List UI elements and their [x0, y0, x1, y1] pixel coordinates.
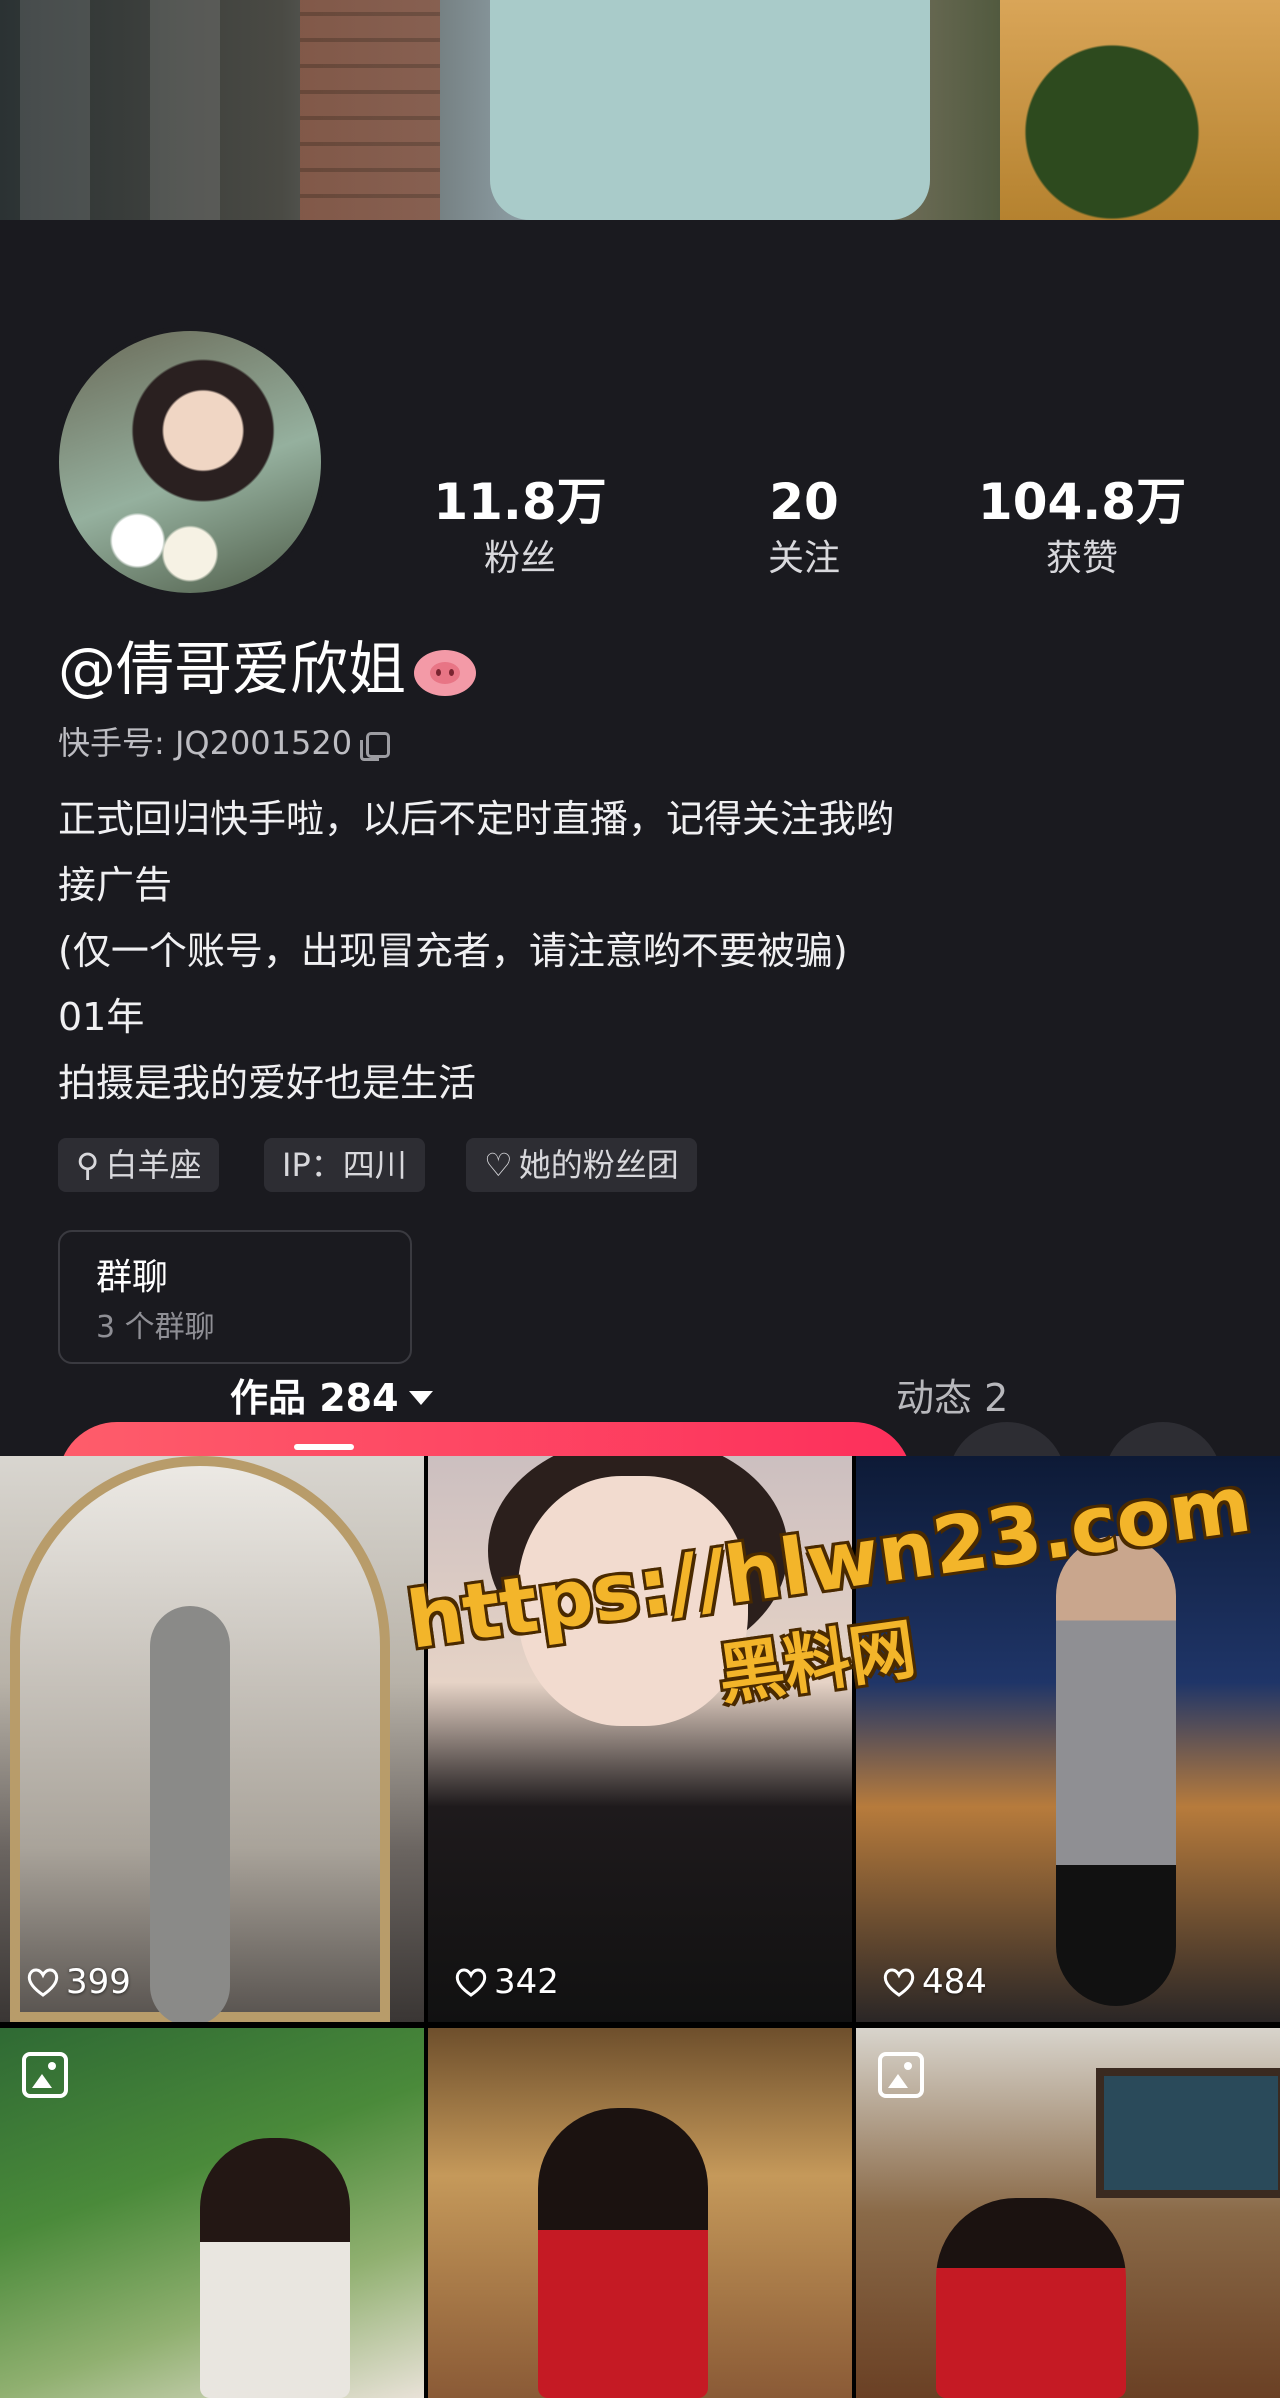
- stat-label: 粉丝: [483, 538, 556, 579]
- tag-label: IP：四川: [282, 1146, 407, 1184]
- zodiac-icon: ⚲: [76, 1146, 100, 1184]
- heart-outline-icon: ♡: [484, 1146, 513, 1184]
- like-count: 399: [26, 1960, 131, 2004]
- tag-fan-club[interactable]: ♡ 她的粉丝团: [466, 1138, 697, 1192]
- stat-label: 关注: [767, 538, 840, 579]
- heart-icon: [883, 1968, 915, 1997]
- tag-zodiac[interactable]: ⚲ 白羊座: [58, 1138, 220, 1192]
- profile-stats: 11.8万 粉丝 20 关注 104.8万 获赞: [400, 470, 1200, 600]
- avatar[interactable]: [54, 326, 326, 598]
- bio-line: 拍摄是我的爱好也是生活: [58, 1061, 477, 1105]
- tag-label: 她的粉丝团: [518, 1146, 679, 1184]
- grid-item[interactable]: [428, 2028, 852, 2398]
- profile-bio: 正式回归快手啦，以后不定时直播，记得关注我哟 接广告 (仅一个账号，出现冒充者，…: [58, 786, 1208, 1116]
- content-tabs: 作品 284 动态 2: [0, 1360, 1280, 1456]
- tag-label: 白羊座: [105, 1146, 202, 1184]
- like-count-value: 399: [66, 1962, 131, 2002]
- multi-image-icon: [22, 2052, 68, 2098]
- tab-works[interactable]: 作品 284: [230, 1370, 433, 1426]
- like-count: 484: [882, 1960, 987, 2004]
- multi-image-icon: [878, 2052, 924, 2098]
- grid-item[interactable]: [856, 2028, 1280, 2398]
- stat-followers[interactable]: 11.8万 粉丝: [400, 470, 640, 584]
- bio-line: 正式回归快手啦，以后不定时直播，记得关注我哟: [58, 797, 895, 841]
- stat-value: 20: [769, 473, 839, 531]
- stat-value: 11.8万: [433, 473, 607, 531]
- like-count-value: 484: [922, 1962, 987, 2002]
- stat-label: 获赞: [1045, 538, 1118, 579]
- kuaishou-id-text: 快手号: JQ2001520: [58, 724, 353, 762]
- tab-works-label: 作品 284: [230, 1376, 399, 1420]
- heart-icon: [27, 1968, 59, 1997]
- copy-icon[interactable]: [360, 732, 391, 761]
- stat-value: 104.8万: [977, 473, 1187, 531]
- tag-ip-location[interactable]: IP：四川: [264, 1138, 425, 1192]
- like-count: 342: [454, 1960, 559, 2004]
- group-chat-title: 群聊: [96, 1257, 169, 1298]
- kuaishou-id: 快手号: JQ2001520: [58, 720, 391, 766]
- grid-item[interactable]: [0, 2028, 424, 2398]
- like-count-value: 342: [494, 1962, 559, 2002]
- bio-line: 接广告: [58, 863, 173, 907]
- group-chat-count: 3 个群聊: [96, 1310, 215, 1345]
- profile-header: 11.8万 粉丝 20 关注 104.8万 获赞 @倩哥爱欣姐 快手号: JQ2…: [0, 220, 1280, 1540]
- stat-following[interactable]: 20 关注: [684, 470, 924, 584]
- tab-moments-label: 动态 2: [896, 1376, 1009, 1420]
- profile-name: @倩哥爱欣姐: [58, 630, 477, 708]
- grid-item[interactable]: 399: [0, 1456, 424, 2022]
- stat-likes[interactable]: 104.8万 获赞: [962, 470, 1202, 584]
- caret-down-icon[interactable]: [408, 1391, 433, 1405]
- active-tab-indicator: [294, 1444, 354, 1450]
- bio-line: 01年: [58, 995, 145, 1039]
- heart-icon: [455, 1968, 487, 1997]
- profile-cover-image: [0, 0, 1280, 220]
- tab-moments[interactable]: 动态 2: [896, 1370, 1008, 1426]
- group-chat-card[interactable]: 群聊 3 个群聊: [58, 1230, 412, 1364]
- pig-nose-icon: [414, 649, 477, 696]
- profile-name-text: @倩哥爱欣姐: [58, 635, 407, 703]
- bio-line: (仅一个账号，出现冒充者，请注意哟不要被骗): [58, 929, 848, 973]
